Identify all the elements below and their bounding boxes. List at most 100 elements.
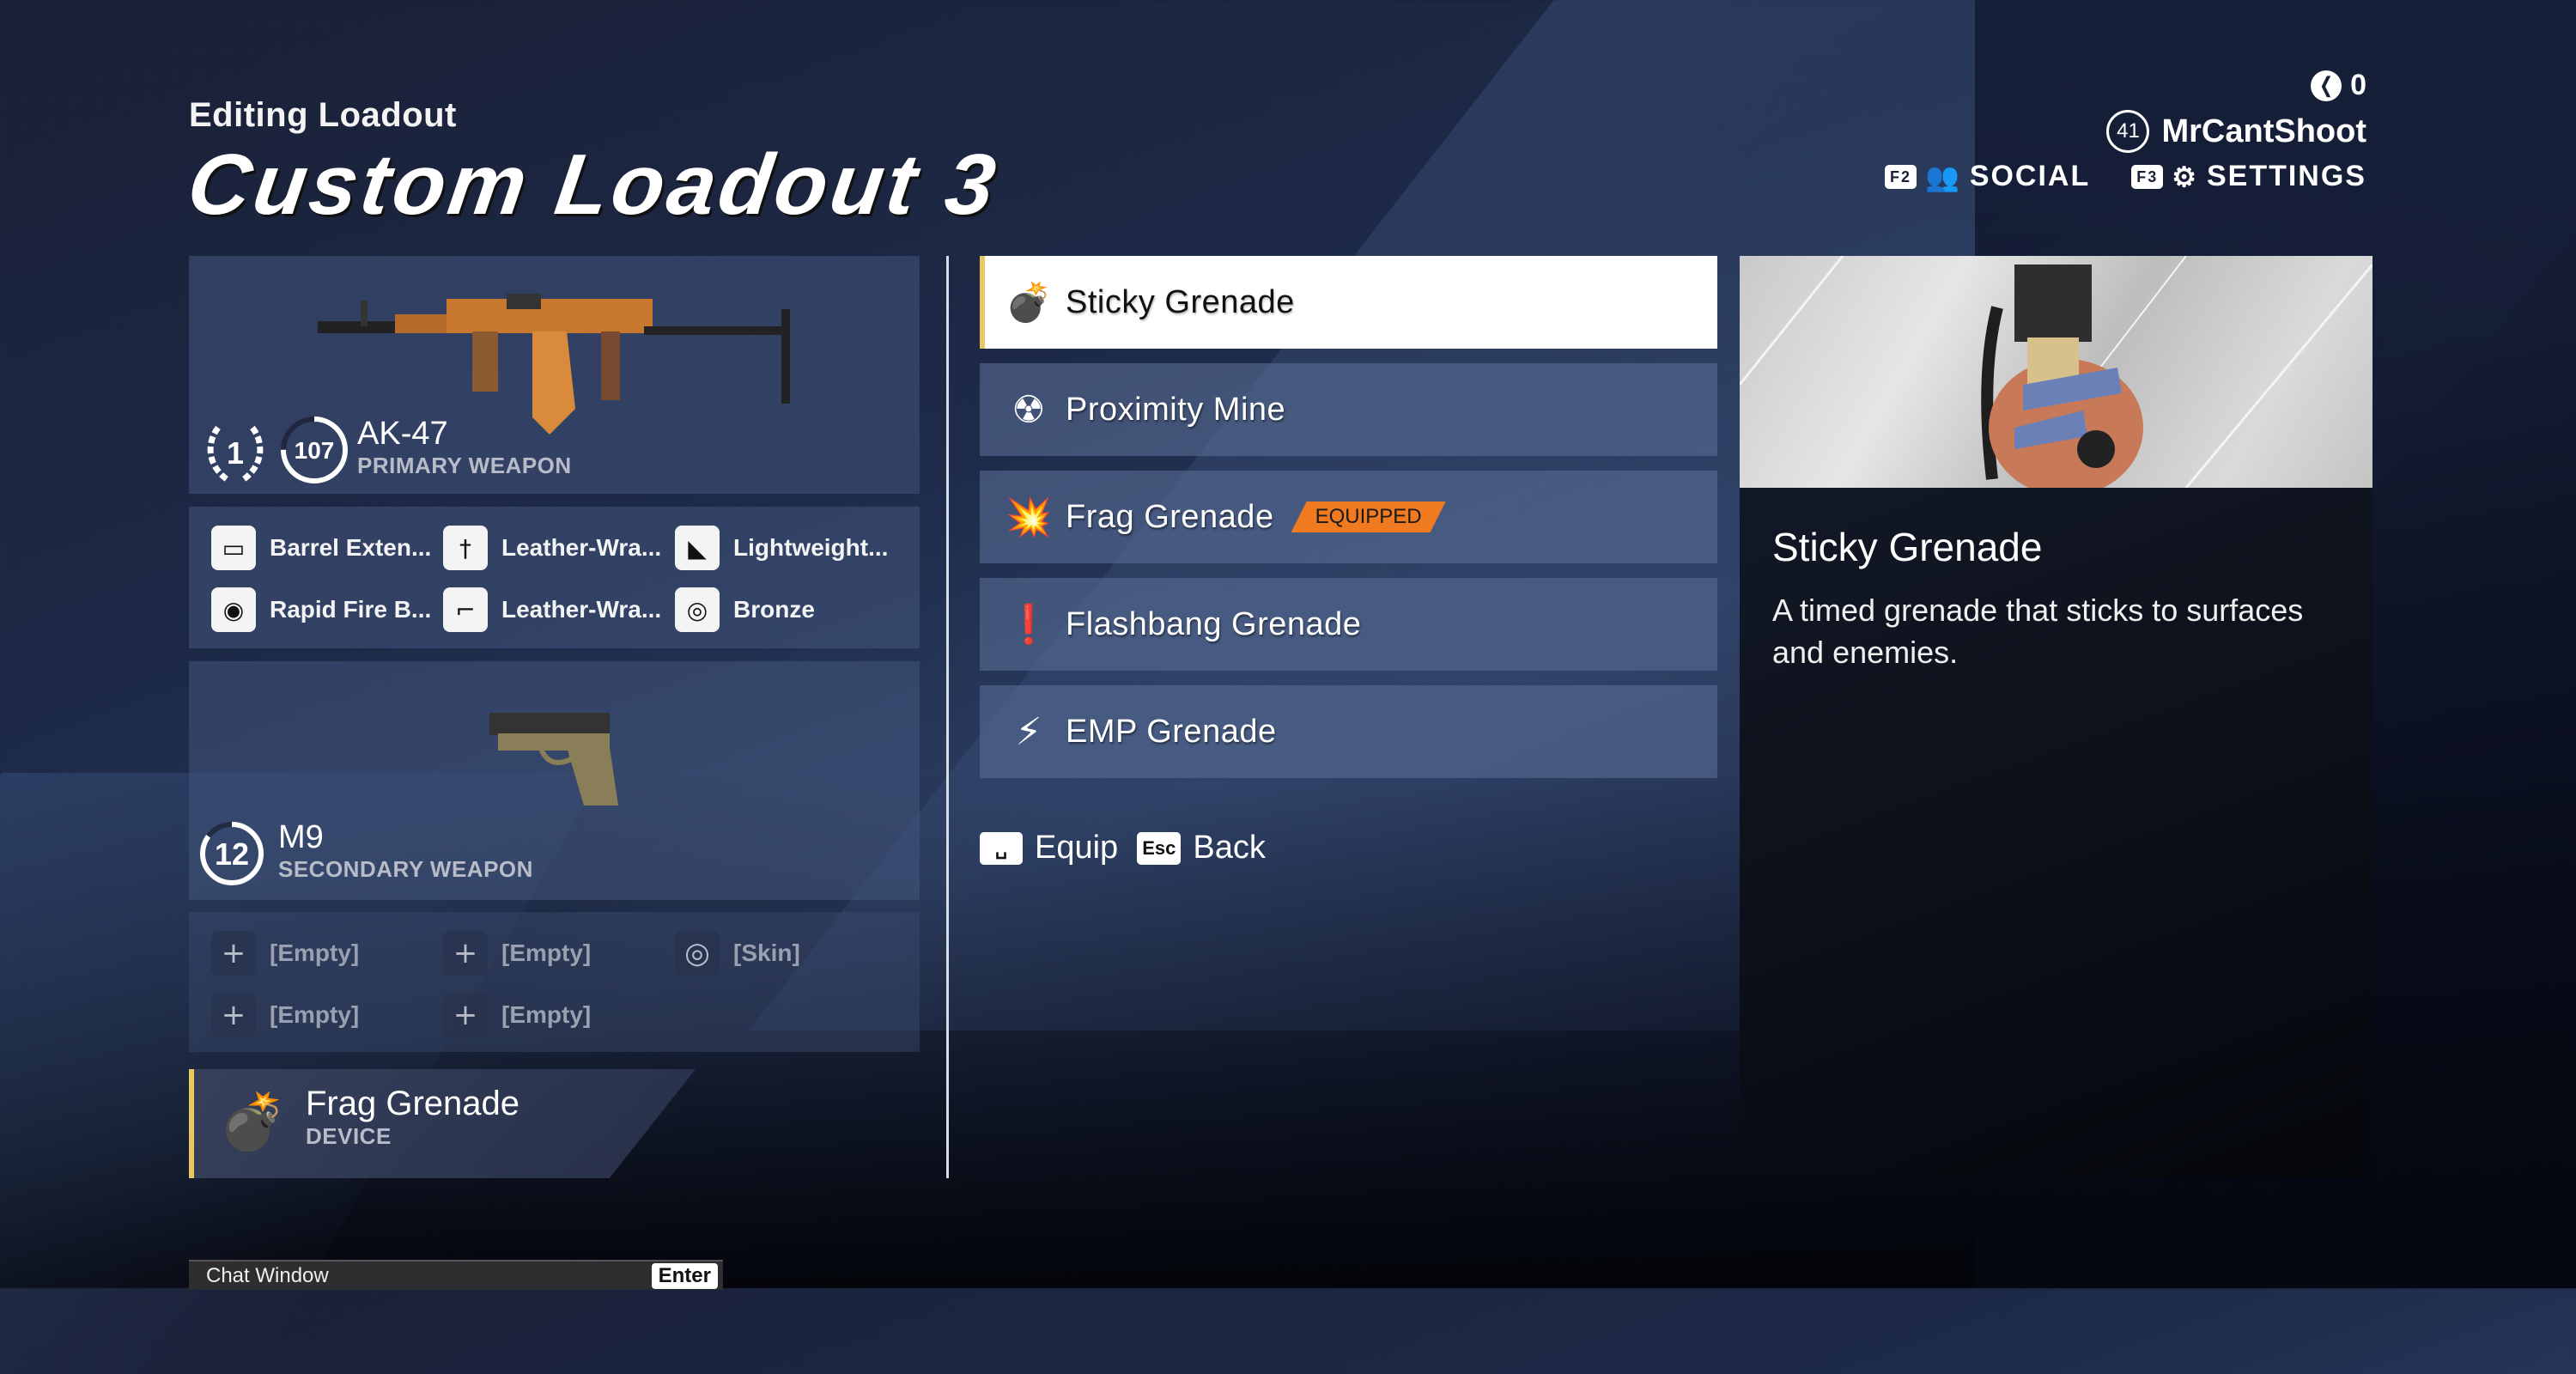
device-slot[interactable]: 💣 Frag Grenade DEVICE	[189, 1069, 696, 1178]
equipped-badge: EQUIPPED	[1291, 502, 1446, 532]
secondary-attachments: + [Empty] + [Empty] ◎ [Skin] + [Empty] + [Empty]	[189, 912, 920, 1052]
mastery-laurel-icon: 1	[207, 425, 264, 482]
device-list: 💣 Sticky Grenade ☢ Proximity Mine 💥 Frag Gren…	[980, 256, 1717, 793]
secondary-weapon-card[interactable]: 12 M9 SECONDARY WEAPON	[189, 661, 920, 900]
attachment-slot[interactable]: ⌐ Leather-Wra...	[443, 587, 675, 632]
attachment-label: Rapid Fire B...	[270, 596, 432, 623]
pistol-grip-icon: ⌐	[443, 587, 488, 632]
frag-grenade-icon: 💣	[218, 1091, 287, 1154]
device-info: Frag Grenade DEVICE	[306, 1085, 519, 1150]
grip-icon: †	[443, 526, 488, 570]
device-name: Frag Grenade	[306, 1085, 520, 1122]
attachment-slot[interactable]: ◣ Lightweight...	[675, 526, 907, 570]
weapon-type: PRIMARY WEAPON	[357, 453, 572, 478]
attachment-label: [Skin]	[733, 939, 800, 966]
weapon-info: AK-47 PRIMARY WEAPON	[357, 416, 572, 479]
esc-key-icon: Esc	[1137, 831, 1182, 865]
frag-grenade-icon: 💥	[1005, 495, 1053, 539]
device-type: DEVICE	[306, 1123, 392, 1149]
key-hint: F3	[2131, 164, 2164, 189]
weapon-info: M9 SECONDARY WEAPON	[278, 819, 533, 883]
selected-indicator	[980, 256, 985, 349]
magazine-icon: ◉	[211, 587, 256, 632]
key-hint: F2	[1884, 164, 1917, 189]
attachment-slot[interactable]: ◉ Rapid Fire B...	[211, 587, 443, 632]
barrel-icon: ▭	[211, 526, 256, 570]
flashbang-icon: ❗	[1005, 603, 1053, 647]
settings-button[interactable]: F3 ⚙ SETTINGS	[2131, 160, 2366, 193]
attachment-slot[interactable]: † Leather-Wra...	[443, 526, 675, 570]
proximity-mine-icon: ☢	[1012, 387, 1046, 432]
username: MrCantShoot	[2161, 112, 2366, 149]
device-list-item[interactable]: ❗ Flashbang Grenade	[980, 578, 1717, 671]
attachment-label: Lightweight...	[733, 534, 889, 561]
attachment-label: Bronze	[733, 596, 815, 623]
player-info: 41 MrCantShoot	[2106, 110, 2366, 153]
primary-attachments: ▭ Barrel Exten... † Leather-Wra... ◣ Lightwei…	[189, 507, 920, 648]
attachment-slot[interactable]: + [Empty]	[211, 931, 443, 976]
device-list-item[interactable]: ☢ Proximity Mine	[980, 363, 1717, 456]
device-list-item[interactable]: 💣 Sticky Grenade	[980, 256, 1717, 349]
detail-image	[1740, 256, 2372, 488]
currency-display: ❬ 0	[2311, 69, 2366, 102]
equip-button[interactable]: ␣ Equip	[980, 830, 1118, 866]
skin-eye-icon: ◎	[675, 931, 720, 976]
skin-eye-icon: ◎	[675, 587, 720, 632]
weapon-level: 12	[215, 836, 249, 872]
attachment-slot[interactable]: + [Empty]	[443, 931, 675, 976]
attachment-slot[interactable]: + [Empty]	[443, 993, 675, 1037]
player-level-badge: 41	[2106, 110, 2150, 153]
weapon-name: M9	[278, 819, 324, 855]
attachment-label: [Empty]	[270, 1001, 360, 1028]
plus-icon: +	[443, 993, 488, 1037]
weapon-level-ring: 12	[200, 822, 264, 885]
back-label: Back	[1193, 830, 1266, 866]
weapon-type: SECONDARY WEAPON	[278, 856, 533, 882]
device-item-label: EMP Grenade	[1066, 713, 1277, 750]
page-title: Custom Loadout 3	[182, 137, 1005, 233]
weapon-name: AK-47	[357, 416, 448, 452]
m9-image	[489, 713, 618, 806]
social-button[interactable]: F2 👥 SOCIAL	[1884, 160, 2091, 193]
chat-label: Chat Window	[206, 1263, 329, 1287]
plus-icon: +	[443, 931, 488, 976]
attachment-slot[interactable]: ◎ Bronze	[675, 587, 907, 632]
device-item-label: Proximity Mine	[1066, 391, 1286, 428]
top-nav: F2 👥 SOCIAL F3 ⚙ SETTINGS	[1884, 160, 2366, 193]
gear-icon: ⚙	[2172, 161, 2198, 192]
mastery-rank: 1	[227, 435, 244, 471]
back-button[interactable]: Esc Back	[1137, 830, 1266, 866]
device-item-label: Sticky Grenade	[1066, 283, 1295, 320]
page-subtitle: Editing Loadout	[189, 96, 457, 134]
sticky-grenade-icon: 💣	[1005, 281, 1053, 325]
equip-label: Equip	[1035, 830, 1119, 866]
attachment-label: Barrel Exten...	[270, 534, 432, 561]
sticky-grenade-image	[1740, 256, 2372, 488]
device-item-label: Frag Grenade	[1066, 498, 1274, 535]
plus-icon: +	[211, 993, 256, 1037]
spacebar-key-icon: ␣	[980, 831, 1023, 865]
primary-weapon-card[interactable]: 1 107 AK-47 PRIMARY WEAPON	[189, 256, 920, 494]
device-list-item[interactable]: ⚡ EMP Grenade	[980, 685, 1717, 778]
device-selected-indicator	[189, 1069, 194, 1178]
social-label: SOCIAL	[1969, 160, 2091, 192]
stock-icon: ◣	[675, 526, 720, 570]
coin-icon: ❬	[2311, 70, 2342, 101]
ak47-image	[318, 294, 790, 435]
settings-label: SETTINGS	[2206, 160, 2366, 192]
attachment-label: Leather-Wra...	[501, 534, 662, 561]
emp-grenade-icon: ⚡	[1015, 709, 1042, 754]
attachment-label: [Empty]	[270, 939, 360, 966]
device-list-item[interactable]: 💥 Frag Grenade EQUIPPED	[980, 471, 1717, 563]
attachment-slot[interactable]: ▭ Barrel Exten...	[211, 526, 443, 570]
weapon-level-ring: 107	[281, 416, 348, 483]
column-divider	[946, 256, 949, 1178]
weapon-level: 107	[295, 437, 335, 464]
attachment-slot[interactable]: ◎ [Skin]	[675, 931, 907, 976]
attachment-slot[interactable]: + [Empty]	[211, 993, 443, 1037]
chat-window[interactable]: Chat Window Enter	[189, 1260, 723, 1290]
friends-icon: 👥	[1924, 161, 1961, 192]
detail-description: A timed grenade that sticks to surfaces …	[1772, 593, 2304, 670]
plus-icon: +	[211, 931, 256, 976]
device-item-label: Flashbang Grenade	[1066, 605, 1362, 642]
